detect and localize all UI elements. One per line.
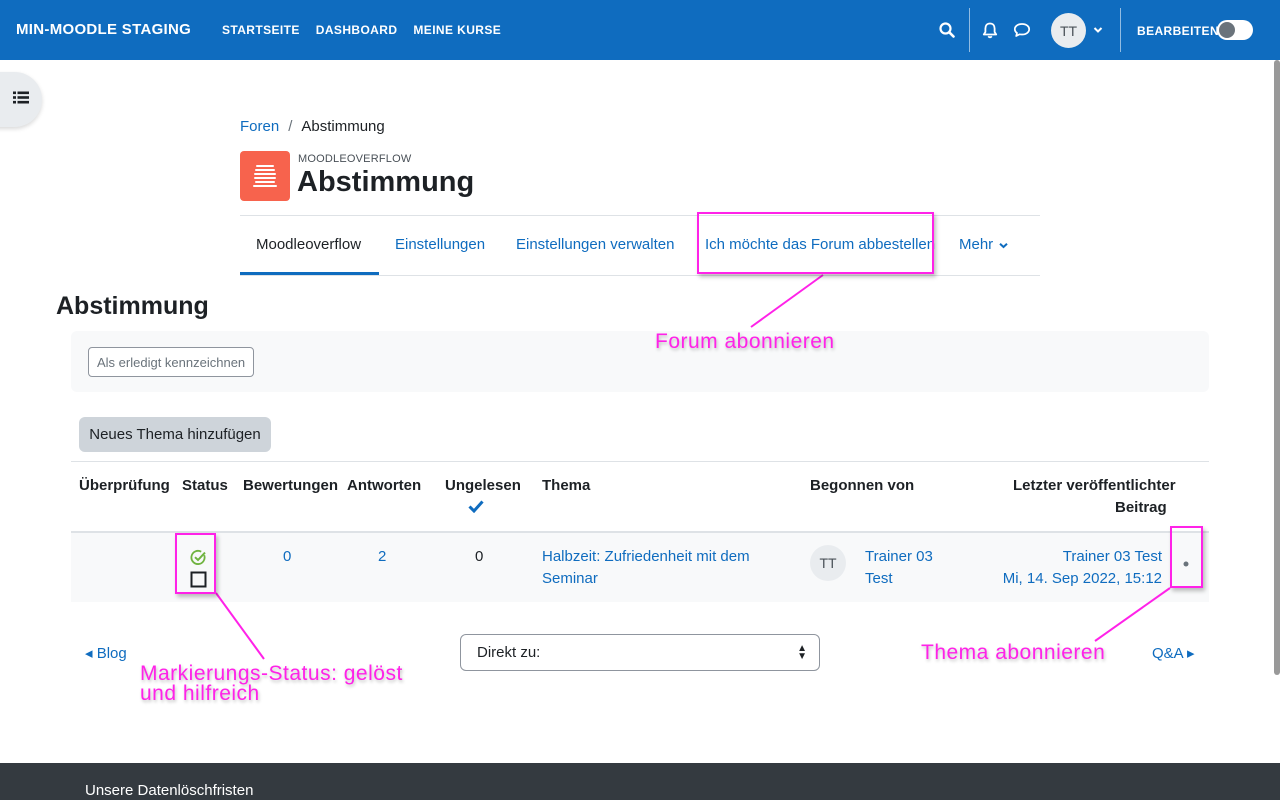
annotation-line-status	[215, 592, 265, 660]
col-header-replies: Antworten	[347, 477, 422, 494]
page-scrollbar[interactable]	[1274, 60, 1280, 675]
toggle-knob	[1219, 22, 1235, 38]
last-post-date[interactable]: Mi, 14. Sep 2022, 15:12	[1003, 570, 1162, 587]
moodleoverflow-icon	[240, 151, 290, 201]
bell-icon[interactable]	[980, 20, 1000, 40]
search-icon[interactable]	[937, 20, 957, 40]
table-row	[71, 533, 1209, 602]
main-heading: Abstimmung	[56, 292, 209, 320]
jump-to-label: Direkt zu:	[477, 644, 541, 661]
breadcrumb-foren[interactable]: Foren	[240, 118, 279, 135]
col-header-started-by: Begonnen von	[810, 477, 915, 494]
primary-navigation: STARTSEITE DASHBOARD MEINE KURSE	[222, 23, 501, 37]
top-navbar: MIN-MOODLE STAGING STARTSEITE DASHBOARD …	[0, 0, 1280, 60]
author-avatar[interactable]: TT	[810, 545, 846, 581]
list-icon	[13, 91, 29, 108]
ratings-count[interactable]: 0	[283, 548, 291, 565]
annotation-status-line1: Markierungs-Status: gelöst	[140, 662, 403, 685]
edit-mode-toggle[interactable]	[1217, 20, 1253, 40]
topic-link-line2[interactable]: Seminar	[542, 570, 598, 587]
breadcrumb: Foren / Abstimmung	[240, 118, 385, 135]
col-header-status: Status	[182, 477, 228, 494]
nav-startseite[interactable]: STARTSEITE	[222, 23, 300, 37]
author-link-line2[interactable]: Test	[865, 570, 893, 587]
col-header-ratings: Bewertungen	[243, 477, 339, 494]
breadcrumb-current: Abstimmung	[301, 118, 385, 135]
tab-moodleoverflow[interactable]: Moodleoverflow	[256, 236, 361, 253]
annotation-box-status	[175, 533, 216, 594]
jump-to-select[interactable]: Direkt zu: ▲ ▼	[460, 634, 820, 671]
author-link[interactable]: Trainer 03	[865, 548, 933, 565]
navbar-divider	[969, 8, 970, 52]
unread-count: 0	[475, 548, 484, 565]
site-brand[interactable]: MIN-MOODLE STAGING	[16, 21, 191, 38]
col-header-unread: Ungelesen	[445, 477, 521, 494]
annotation-forum-subscribe: Forum abonnieren	[655, 330, 835, 353]
tab-einstellungen-verwalten[interactable]: Einstellungen verwalten	[516, 236, 674, 253]
prev-activity-link[interactable]: ◂ Blog	[85, 644, 127, 662]
page-footer: Unsere Datenlöschfristen	[0, 763, 1280, 800]
activity-type-label: MOODLEOVERFLOW	[298, 153, 412, 165]
page-title: Abstimmung	[297, 166, 475, 198]
col-header-topic: Thema	[542, 477, 591, 494]
user-avatar[interactable]: TT	[1051, 13, 1086, 48]
tab-mehr-label: Mehr	[959, 236, 994, 253]
chevron-down-icon	[999, 243, 1009, 249]
replies-count[interactable]: 2	[378, 548, 386, 565]
annotation-box-forum-subscribe	[697, 212, 934, 274]
chevron-down-icon[interactable]	[1089, 20, 1107, 40]
col-header-last-post-line2: Beitrag	[1115, 499, 1167, 516]
last-post-author[interactable]: Trainer 03 Test	[1063, 548, 1162, 565]
select-caret-icon: ▲ ▼	[797, 643, 807, 662]
nav-dashboard[interactable]: DASHBOARD	[316, 23, 398, 37]
nav-meine-kurse[interactable]: MEINE KURSE	[413, 23, 501, 37]
annotation-line-forum	[750, 274, 824, 328]
col-header-last-post: Letzter veröffentlichter	[1013, 477, 1176, 494]
col-header-review: Überprüfung	[79, 477, 170, 494]
annotation-status-line2: und hilfreich	[140, 682, 260, 705]
next-activity-link[interactable]: Q&A ▸	[1152, 644, 1195, 662]
mark-as-done-button[interactable]: Als erledigt kennzeichnen	[88, 347, 255, 377]
annotation-box-topic-subscribe	[1170, 526, 1203, 588]
active-tab-indicator	[240, 272, 379, 275]
activity-completion-area: Als erledigt kennzeichnen	[71, 331, 1209, 392]
data-retention-link[interactable]: Unsere Datenlöschfristen	[85, 782, 253, 799]
chat-icon[interactable]	[1012, 20, 1032, 40]
tab-mehr[interactable]: Mehr	[959, 236, 1009, 253]
tab-einstellungen[interactable]: Einstellungen	[395, 236, 485, 253]
course-index-toggle[interactable]	[0, 72, 42, 127]
table-top-border	[71, 461, 1209, 462]
navbar-divider	[1120, 8, 1121, 52]
topic-link[interactable]: Halbzeit: Zufriedenheit mit dem	[542, 548, 750, 565]
annotation-topic-subscribe: Thema abonnieren	[921, 641, 1106, 664]
mark-all-read-icon[interactable]	[468, 499, 484, 517]
edit-mode-label: BEARBEITEN	[1137, 24, 1220, 38]
breadcrumb-separator: /	[288, 118, 293, 135]
add-topic-button[interactable]: Neues Thema hinzufügen	[79, 417, 271, 452]
